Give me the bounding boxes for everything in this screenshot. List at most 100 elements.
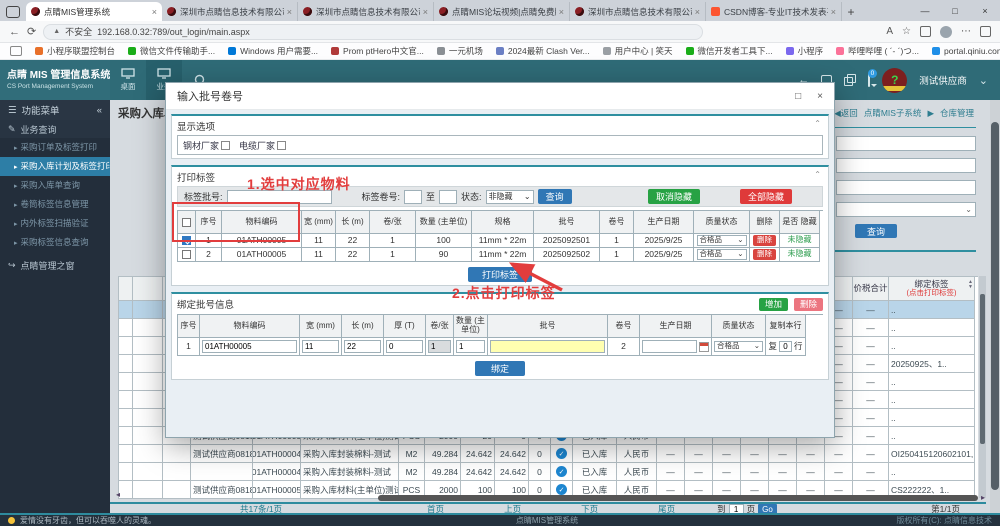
cell-bind-label[interactable]: .. bbox=[889, 391, 975, 409]
dialog-close-icon[interactable]: × bbox=[817, 91, 823, 102]
cell-bind-label[interactable]: OI250415120602101, 5.. bbox=[889, 445, 975, 463]
cell-bind-label[interactable]: .. bbox=[889, 301, 975, 319]
sidebar-item[interactable]: ▸采购订单及标签打印 bbox=[0, 138, 110, 157]
column-header[interactable]: 长 (m) bbox=[336, 211, 370, 234]
background-query-button[interactable]: 查询 bbox=[855, 224, 897, 238]
back-icon[interactable]: ← bbox=[9, 26, 20, 38]
tab-close-icon[interactable]: × bbox=[559, 7, 564, 17]
messages-button[interactable]: 0 bbox=[868, 74, 870, 86]
hide-all-button[interactable]: 全部隐藏 bbox=[740, 189, 792, 204]
column-header[interactable]: 卷/张 bbox=[370, 211, 416, 234]
column-header[interactable]: 生产日期 bbox=[634, 211, 694, 234]
material-code-input[interactable] bbox=[202, 340, 297, 353]
user-avatar[interactable]: ? bbox=[882, 68, 907, 93]
unhide-button[interactable]: 取消隐藏 bbox=[648, 189, 700, 204]
favorite-icon[interactable]: ☆ bbox=[902, 26, 911, 37]
delete-row-button[interactable]: 删除 bbox=[753, 249, 776, 260]
sidebar-collapse-icon[interactable]: « bbox=[97, 105, 102, 116]
collapse-icon[interactable]: ⌃ bbox=[814, 119, 821, 128]
scroll-right-icon[interactable]: ▸ bbox=[981, 493, 985, 502]
tab-close-icon[interactable]: × bbox=[423, 7, 428, 17]
user-menu-caret-icon[interactable]: ⌄ bbox=[979, 74, 988, 87]
roll-to-input[interactable] bbox=[439, 190, 457, 204]
column-header[interactable]: 删除 bbox=[750, 211, 780, 234]
calendar-icon[interactable] bbox=[699, 342, 709, 352]
bookmark-item[interactable]: Windows 用户需要... bbox=[228, 45, 318, 57]
thickness-input[interactable] bbox=[386, 340, 423, 353]
cell-bind-label[interactable]: .. bbox=[889, 409, 975, 427]
cell-bind-label[interactable]: .. bbox=[889, 373, 975, 391]
batch-number-input[interactable] bbox=[490, 340, 605, 353]
checkbox[interactable] bbox=[221, 141, 230, 150]
browser-tab[interactable]: 深圳市点睛信息技术有限公司点睛 × bbox=[298, 2, 434, 21]
search-field[interactable] bbox=[836, 158, 976, 173]
topbar-tool-button[interactable]: 桌面 bbox=[110, 60, 146, 100]
roll-from-input[interactable] bbox=[404, 190, 422, 204]
bookmark-item[interactable]: 微信文件传输助手... bbox=[128, 45, 215, 57]
tab-close-icon[interactable]: × bbox=[152, 7, 157, 17]
sidebar-item[interactable]: ▸采购入库计划及标签打印 bbox=[0, 157, 110, 176]
query-button[interactable]: 查询 bbox=[538, 189, 572, 204]
sort-icons[interactable]: ▲▼ bbox=[968, 280, 973, 290]
cell-bind-label[interactable]: .. bbox=[889, 427, 975, 445]
cell-bind-label[interactable]: .. bbox=[889, 463, 975, 481]
cell-bind-label[interactable]: .. bbox=[889, 319, 975, 337]
collections-icon[interactable] bbox=[920, 26, 931, 37]
column-header[interactable]: 质量状态 bbox=[694, 211, 750, 234]
window-maximize-button[interactable]: □ bbox=[940, 6, 970, 16]
bookmark-item[interactable]: 小程序联盟控制台 bbox=[35, 45, 115, 57]
vendor-checkbox-group[interactable]: 电缆厂家 bbox=[239, 139, 295, 152]
bookmarks-panel-icon[interactable] bbox=[10, 46, 22, 56]
sidebar-section-business-query[interactable]: ✎ 业务查询 bbox=[0, 120, 110, 138]
delete-row-button[interactable]: 删除 bbox=[753, 235, 776, 246]
search-field[interactable] bbox=[836, 136, 976, 151]
row-checkbox[interactable] bbox=[182, 250, 191, 259]
sidebar-menu-header[interactable]: ☰ 功能菜单 « bbox=[0, 100, 110, 120]
read-aloud-icon[interactable]: A bbox=[886, 26, 893, 37]
qty-input[interactable] bbox=[456, 340, 485, 353]
column-header-tax-total[interactable]: 价税合计 bbox=[853, 277, 889, 301]
tab-actions-icon[interactable] bbox=[6, 6, 20, 18]
settings-more-icon[interactable]: ⋯ bbox=[961, 26, 971, 37]
bookmark-item[interactable]: 2024最新 Clash Ver... bbox=[496, 45, 590, 57]
column-header[interactable]: 批号 bbox=[534, 211, 600, 234]
search-field[interactable] bbox=[836, 180, 976, 195]
bookmark-item[interactable]: portal.qiniu.com/ia... bbox=[932, 46, 1000, 56]
sidebar-item-admin-window[interactable]: ↪ 点睛管理之窗 bbox=[0, 255, 110, 275]
column-header-bind-label[interactable]: 绑定标签 (点击打印标签) ▲▼ bbox=[889, 277, 975, 301]
search-select[interactable]: ⌄ bbox=[836, 202, 976, 217]
bookmark-item[interactable]: 一元机场 bbox=[437, 45, 483, 57]
sidebar-item[interactable]: ▸采购入库单查询 bbox=[0, 176, 110, 195]
column-header[interactable]: 卷号 bbox=[600, 211, 634, 234]
window-minimize-button[interactable]: — bbox=[910, 6, 940, 16]
sidebar-item[interactable]: ▸采购标签信息查询 bbox=[0, 233, 110, 252]
bind-button[interactable]: 绑定 bbox=[475, 361, 525, 376]
table-scrollbar[interactable] bbox=[979, 276, 986, 498]
bookmark-item[interactable]: 小程序 bbox=[786, 45, 824, 57]
column-header[interactable]: 数量 (主单位) bbox=[416, 211, 472, 234]
profile-avatar[interactable] bbox=[940, 26, 952, 38]
sidebar-toggle-icon[interactable] bbox=[980, 26, 991, 37]
sidebar-item[interactable]: ▸卷筒标签信息管理 bbox=[0, 195, 110, 214]
width-input[interactable] bbox=[302, 340, 339, 353]
cell-bind-label[interactable]: .. bbox=[889, 337, 975, 355]
breadcrumb-back-link[interactable]: ◀返回 bbox=[834, 107, 858, 119]
dialog-title-bar[interactable]: 输入批号卷号 □ × bbox=[166, 83, 834, 110]
bookmark-item[interactable]: 用户中心 | 笑天 bbox=[603, 45, 673, 57]
page-scrollbar[interactable] bbox=[990, 100, 1000, 513]
dialog-maximize-icon[interactable]: □ bbox=[795, 91, 801, 102]
bookmark-item[interactable]: 哔哩哔哩 ( ´- ´)つ... bbox=[836, 45, 919, 57]
scroll-left-icon[interactable]: ◂ bbox=[116, 490, 120, 499]
sidebar-item[interactable]: ▸内外标签扫描验证 bbox=[0, 214, 110, 233]
browser-tab[interactable]: CSDN博客-专业IT技术发表平台 × bbox=[706, 2, 842, 21]
quality-select[interactable]: 合格品⌄ bbox=[697, 235, 747, 246]
username[interactable]: 测试供应商 bbox=[919, 73, 967, 87]
address-input[interactable]: ▲ 不安全 192.168.0.32:789/out_login/main.as… bbox=[43, 24, 703, 40]
delete-row-button[interactable]: 删除 bbox=[794, 298, 823, 311]
length-input[interactable] bbox=[344, 340, 381, 353]
quality-select[interactable]: 合格品⌄ bbox=[697, 249, 747, 260]
browser-tab[interactable]: 深圳市点睛信息技术有限公司点睛 × bbox=[162, 2, 298, 21]
bookmark-item[interactable]: 微信开发者工具下... bbox=[686, 45, 773, 57]
production-date-input[interactable] bbox=[642, 340, 697, 353]
tab-close-icon[interactable]: × bbox=[695, 7, 700, 17]
